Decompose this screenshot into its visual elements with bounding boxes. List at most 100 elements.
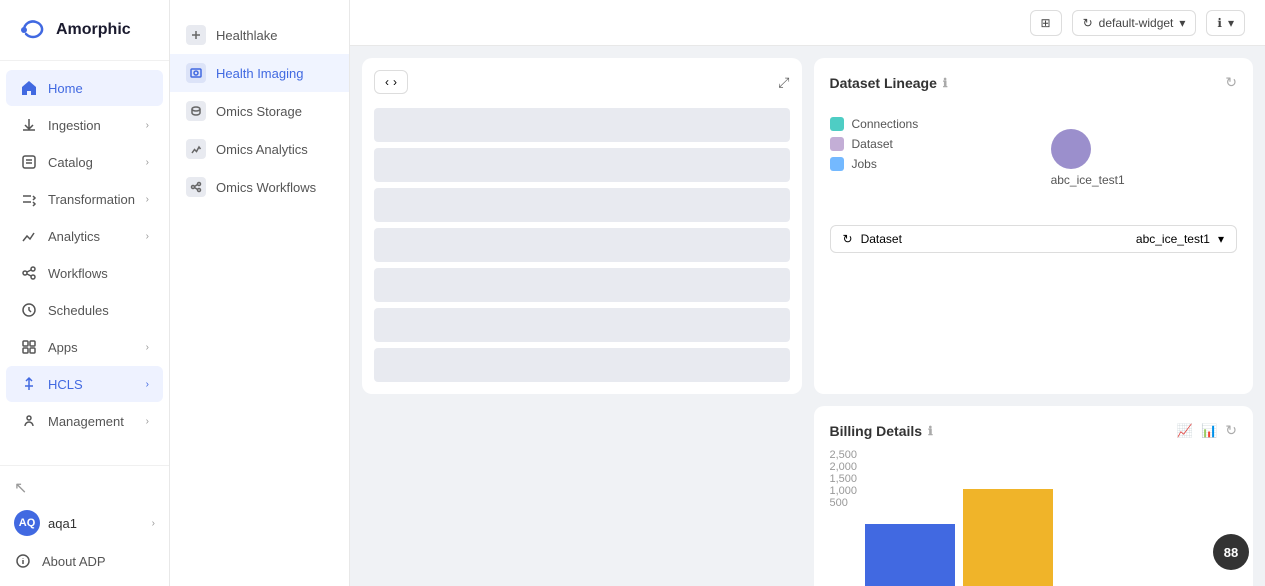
sidebar-label-hcls: HCLS xyxy=(48,377,83,392)
sub-item-healthlake[interactable]: Healthlake xyxy=(170,16,349,54)
sidebar-label-transformation: Transformation xyxy=(48,192,135,207)
legend-dataset: Dataset xyxy=(830,137,919,151)
yellow-bar-fill xyxy=(963,489,1053,586)
legend-connections: Connections xyxy=(830,117,919,131)
chevron-transformation: › xyxy=(146,194,149,205)
logo-area: Amorphic xyxy=(0,0,169,61)
lineage-title-text: Dataset Lineage xyxy=(830,75,937,91)
omics-workflows-label: Omics Workflows xyxy=(216,180,316,195)
bar-yellow xyxy=(963,489,1053,586)
topbar: ⊞ ↻ default-widget ▾ ℹ ▾ xyxy=(350,0,1265,46)
sub-item-omics-storage[interactable]: Omics Storage xyxy=(170,92,349,130)
filter-dropdown[interactable]: ‹ › xyxy=(374,70,408,94)
bar-3 xyxy=(374,188,790,222)
y-label-1000: 1,000 xyxy=(830,485,858,497)
sidebar-item-transformation[interactable]: Transformation › xyxy=(6,181,163,217)
billing-header: Billing Details ℹ 📈 📊 ↻ xyxy=(830,422,1238,439)
bar-6 xyxy=(374,308,790,342)
lineage-node-label: abc_ice_test1 xyxy=(1051,173,1125,187)
sub-sidebar: Healthlake Health Imaging Omics Storage … xyxy=(170,0,350,586)
user-area: ↖ AQ aqa1 › About ADP xyxy=(0,465,169,586)
health-imaging-icon xyxy=(186,63,206,83)
info-button[interactable]: ℹ ▾ xyxy=(1206,10,1245,36)
sidebar-item-management[interactable]: Management › xyxy=(6,403,163,439)
sidebar-label-management: Management xyxy=(48,414,124,429)
y-label-1500: 1,500 xyxy=(830,473,858,485)
bar-4 xyxy=(374,228,790,262)
sidebar-item-hcls[interactable]: HCLS › xyxy=(6,366,163,402)
bar-5 xyxy=(374,268,790,302)
management-icon xyxy=(20,412,38,430)
apps-icon xyxy=(20,338,38,356)
chart-line-icon: 📈 xyxy=(1177,423,1193,439)
bar-1 xyxy=(374,108,790,142)
widget-selector-button[interactable]: ↻ default-widget ▾ xyxy=(1072,10,1197,36)
omics-workflows-icon xyxy=(186,177,206,197)
y-label-2500: 2,500 xyxy=(830,449,858,461)
lineage-node xyxy=(1051,129,1091,169)
sidebar-item-catalog[interactable]: Catalog › xyxy=(6,144,163,180)
bar-2 xyxy=(374,148,790,182)
sidebar-item-workflows[interactable]: Workflows xyxy=(6,255,163,291)
info-circle-icon xyxy=(14,552,32,570)
refresh-small-icon: ↻ xyxy=(1083,16,1093,30)
sub-item-health-imaging[interactable]: Health Imaging xyxy=(170,54,349,92)
chevron-down-icon: ▾ xyxy=(1179,16,1185,30)
billing-info-icon: ℹ xyxy=(928,424,933,438)
avatar: AQ xyxy=(14,510,40,536)
logo-icon xyxy=(16,14,48,46)
hcls-icon xyxy=(20,375,38,393)
sidebar-item-home[interactable]: Home xyxy=(6,70,163,106)
catalog-icon xyxy=(20,153,38,171)
sub-item-omics-analytics[interactable]: Omics Analytics xyxy=(170,130,349,168)
chevron-user: › xyxy=(152,518,155,529)
expand-button[interactable]: ⤢ xyxy=(778,74,789,91)
widget-label: default-widget xyxy=(1099,16,1174,30)
chevron-catalog: › xyxy=(146,157,149,168)
lineage-refresh-icon[interactable]: ↻ xyxy=(1225,74,1237,91)
bar-7 xyxy=(374,348,790,382)
chevron-apps: › xyxy=(146,342,149,353)
sidebar-item-apps[interactable]: Apps › xyxy=(6,329,163,365)
layout-toggle-button[interactable]: ⊞ xyxy=(1030,10,1062,36)
chart-bars xyxy=(865,449,1053,586)
sidebar-label-analytics: Analytics xyxy=(48,229,100,244)
sidebar-item-analytics[interactable]: Analytics › xyxy=(6,218,163,254)
healthlake-label: Healthlake xyxy=(216,28,277,43)
ingestion-icon xyxy=(20,116,38,134)
sub-item-omics-workflows[interactable]: Omics Workflows xyxy=(170,168,349,206)
chevron-ingestion: › xyxy=(146,120,149,131)
help-badge[interactable]: 88 xyxy=(1213,534,1249,570)
chevron-analytics: › xyxy=(146,231,149,242)
lineage-header: Dataset Lineage ℹ ↻ xyxy=(830,74,1238,91)
layout-icon: ⊞ xyxy=(1041,16,1051,30)
dataset-refresh-icon: ↻ xyxy=(843,232,853,246)
topbar-actions: ⊞ ↻ default-widget ▾ ℹ ▾ xyxy=(1030,10,1245,36)
schedules-icon xyxy=(20,301,38,319)
about-adp[interactable]: About ADP xyxy=(0,544,169,578)
connections-dot xyxy=(830,117,844,131)
healthlake-icon xyxy=(186,25,206,45)
jobs-dot xyxy=(830,157,844,171)
dataset-selector[interactable]: ↻ Dataset abc_ice_test1 ▾ xyxy=(830,225,1238,253)
omics-storage-icon xyxy=(186,101,206,121)
user-profile[interactable]: AQ aqa1 › xyxy=(0,502,169,544)
dataset-selector-label: Dataset xyxy=(861,232,1128,246)
dataset-lineage-card: Dataset Lineage ℹ ↻ Connections Dataset xyxy=(814,58,1254,394)
sidebar-item-schedules[interactable]: Schedules xyxy=(6,292,163,328)
dataset-chevron-icon: ▾ xyxy=(1218,232,1224,246)
sidebar-label-workflows: Workflows xyxy=(48,266,108,281)
chart-bar-icon: 📊 xyxy=(1201,423,1217,439)
billing-refresh-icon[interactable]: ↻ xyxy=(1225,422,1237,439)
dashboard-content: ‹ › ⤢ Dataset Lineage ℹ ↻ xyxy=(350,46,1265,586)
left-bars-panel: ‹ › ⤢ xyxy=(362,58,802,394)
home-icon xyxy=(20,79,38,97)
main-content: ⊞ ↻ default-widget ▾ ℹ ▾ ‹ › ⤢ xyxy=(350,0,1265,586)
sidebar-label-home: Home xyxy=(48,81,83,96)
workflows-icon xyxy=(20,264,38,282)
username: aqa1 xyxy=(48,516,77,531)
sidebar-item-ingestion[interactable]: Ingestion › xyxy=(6,107,163,143)
blue-bar-fill xyxy=(865,524,955,586)
billing-details-card: Billing Details ℹ 📈 📊 ↻ 2,500 2,000 1,50… xyxy=(814,406,1254,586)
nav-menu: Home Ingestion › Catalog › xyxy=(0,61,169,465)
